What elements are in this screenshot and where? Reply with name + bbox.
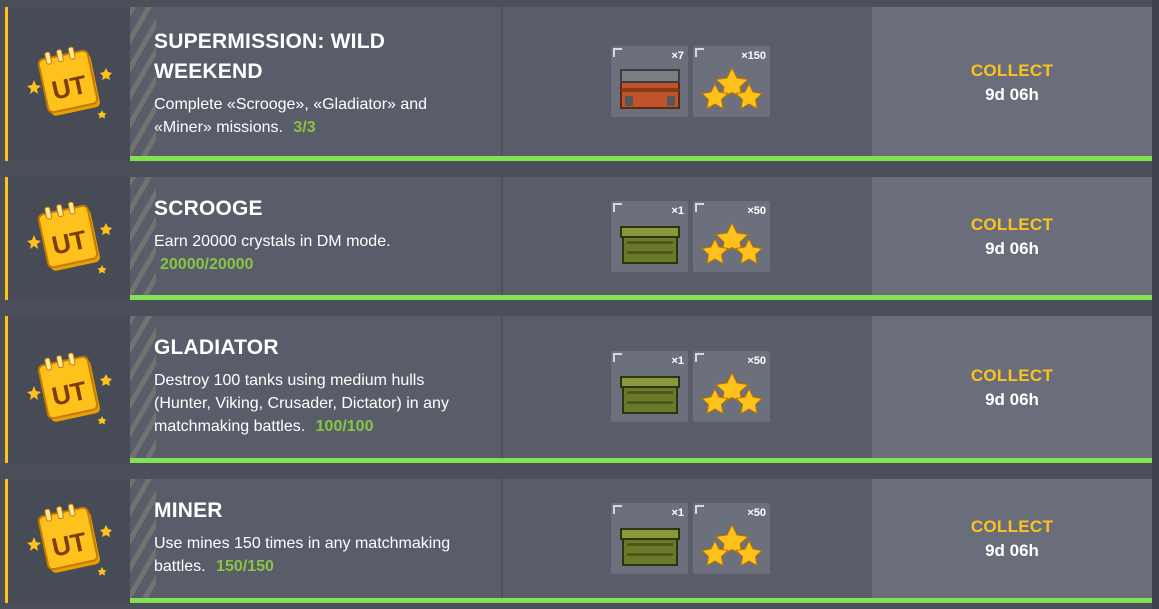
mission-description-text: Use mines 150 times in any matchmaking b… — [154, 535, 451, 575]
corner-mark — [613, 505, 622, 514]
decorative-stripes — [130, 479, 156, 603]
mission-icon-cell: UT — [8, 7, 130, 161]
ut-calendar-icon: UT — [27, 503, 112, 576]
green-container-icon — [620, 376, 680, 414]
green-container-icon — [620, 528, 680, 566]
reward-count: ×50 — [747, 507, 766, 519]
reward-count: ×1 — [671, 507, 684, 519]
mission-description-text: Complete «Scrooge», «Gladiator» and «Min… — [154, 96, 428, 136]
reward-count: ×150 — [741, 50, 766, 62]
mission-timer: 9d 06h — [985, 390, 1039, 409]
ut-calendar-icon: UT — [27, 201, 112, 273]
red-container-icon — [620, 69, 680, 109]
reward-count: ×1 — [671, 205, 684, 217]
mission-title: GLADIATOR — [154, 336, 279, 359]
mission-icon-cell: UT — [8, 177, 130, 300]
mission-info: SCROOGE Earn 20000 crystals in DM mode. … — [130, 177, 501, 300]
decorative-stripes — [130, 7, 156, 161]
mission-title: MINER — [154, 499, 223, 522]
reward-count: ×50 — [747, 205, 766, 217]
reward-item[interactable]: ×1 — [611, 503, 688, 574]
decorative-stripes — [130, 316, 156, 463]
mission-description: Earn 20000 crystals in DM mode. 20000/20… — [154, 230, 481, 276]
reward-item[interactable]: ×50 — [693, 201, 770, 272]
progress-bar — [130, 458, 1152, 463]
decorative-stripes — [130, 177, 156, 300]
reward-item[interactable]: ×1 — [611, 351, 688, 422]
mission-progress: 100/100 — [315, 418, 374, 435]
collect-area: COLLECT 9d 06h — [872, 479, 1152, 603]
stars-icon — [700, 66, 764, 110]
mission-timer: 9d 06h — [985, 85, 1039, 104]
mission-info: MINER Use mines 150 times in any matchma… — [130, 479, 501, 603]
stars-icon — [700, 523, 764, 567]
reward-count: ×1 — [671, 355, 684, 367]
collect-button[interactable]: COLLECT — [872, 517, 1152, 537]
ut-calendar-icon: UT — [27, 46, 112, 119]
mission-timer: 9d 06h — [985, 541, 1039, 560]
corner-mark — [613, 203, 622, 212]
corner-mark — [695, 353, 704, 362]
mission-card-scrooge: UT SCROOGE Earn 20000 crystals in DM mod… — [5, 177, 1152, 300]
mission-description: Complete «Scrooge», «Gladiator» and «Min… — [154, 93, 481, 139]
corner-mark — [613, 353, 622, 362]
rewards-area: ×1 ×50 — [502, 479, 873, 603]
rewards-area: ×1 ×50 — [502, 177, 873, 300]
mission-description: Use mines 150 times in any matchmaking b… — [154, 532, 481, 578]
mission-title: SUPERMISSION: WILD WEEKEND — [154, 30, 386, 83]
collect-area: COLLECT 9d 06h — [872, 177, 1152, 300]
mission-card-miner: UT MINER Use mines 150 times in any matc… — [5, 479, 1152, 603]
mission-card-supermission: UT SUPERMISSION: WILD WEEKEND Complete «… — [5, 7, 1152, 161]
rewards-area: ×7 ×150 — [502, 7, 873, 161]
mission-progress: 20000/20000 — [160, 256, 254, 273]
collect-button[interactable]: COLLECT — [872, 215, 1152, 235]
mission-card-gladiator: UT GLADIATOR Destroy 100 tanks using med… — [5, 316, 1152, 463]
progress-bar — [130, 156, 1152, 161]
mission-title: SCROOGE — [154, 197, 263, 220]
mission-progress: 150/150 — [216, 558, 274, 575]
collect-button[interactable]: COLLECT — [872, 61, 1152, 81]
reward-item[interactable]: ×150 — [693, 46, 770, 117]
ut-calendar-icon: UT — [27, 352, 112, 424]
reward-item[interactable]: ×50 — [693, 351, 770, 422]
reward-count: ×50 — [747, 355, 766, 367]
collect-area: COLLECT 9d 06h — [872, 7, 1152, 161]
mission-description-text: Earn 20000 crystals in DM mode. — [154, 233, 391, 250]
collect-area: COLLECT 9d 06h — [872, 316, 1152, 463]
mission-description-text: Destroy 100 tanks using medium hulls (Hu… — [154, 372, 449, 435]
mission-icon-cell: UT — [8, 316, 130, 463]
mission-progress: 3/3 — [293, 119, 316, 136]
corner-mark — [695, 48, 704, 57]
collect-button[interactable]: COLLECT — [872, 366, 1152, 386]
stars-icon — [700, 371, 764, 415]
progress-bar — [130, 295, 1152, 300]
corner-mark — [613, 48, 622, 57]
rewards-area: ×1 ×50 — [502, 316, 873, 463]
corner-mark — [695, 203, 704, 212]
reward-item[interactable]: ×1 — [611, 201, 688, 272]
scroll-edge — [1152, 0, 1159, 609]
reward-item[interactable]: ×7 — [611, 46, 688, 117]
stars-icon — [700, 221, 764, 265]
mission-description: Destroy 100 tanks using medium hulls (Hu… — [154, 369, 481, 438]
corner-mark — [695, 505, 704, 514]
green-container-icon — [620, 226, 680, 264]
progress-bar — [130, 598, 1152, 603]
mission-info: GLADIATOR Destroy 100 tanks using medium… — [130, 316, 501, 463]
mission-info: SUPERMISSION: WILD WEEKEND Complete «Scr… — [130, 7, 501, 161]
mission-timer: 9d 06h — [985, 239, 1039, 258]
reward-count: ×7 — [671, 50, 684, 62]
mission-icon-cell: UT — [8, 479, 130, 603]
reward-item[interactable]: ×50 — [693, 503, 770, 574]
